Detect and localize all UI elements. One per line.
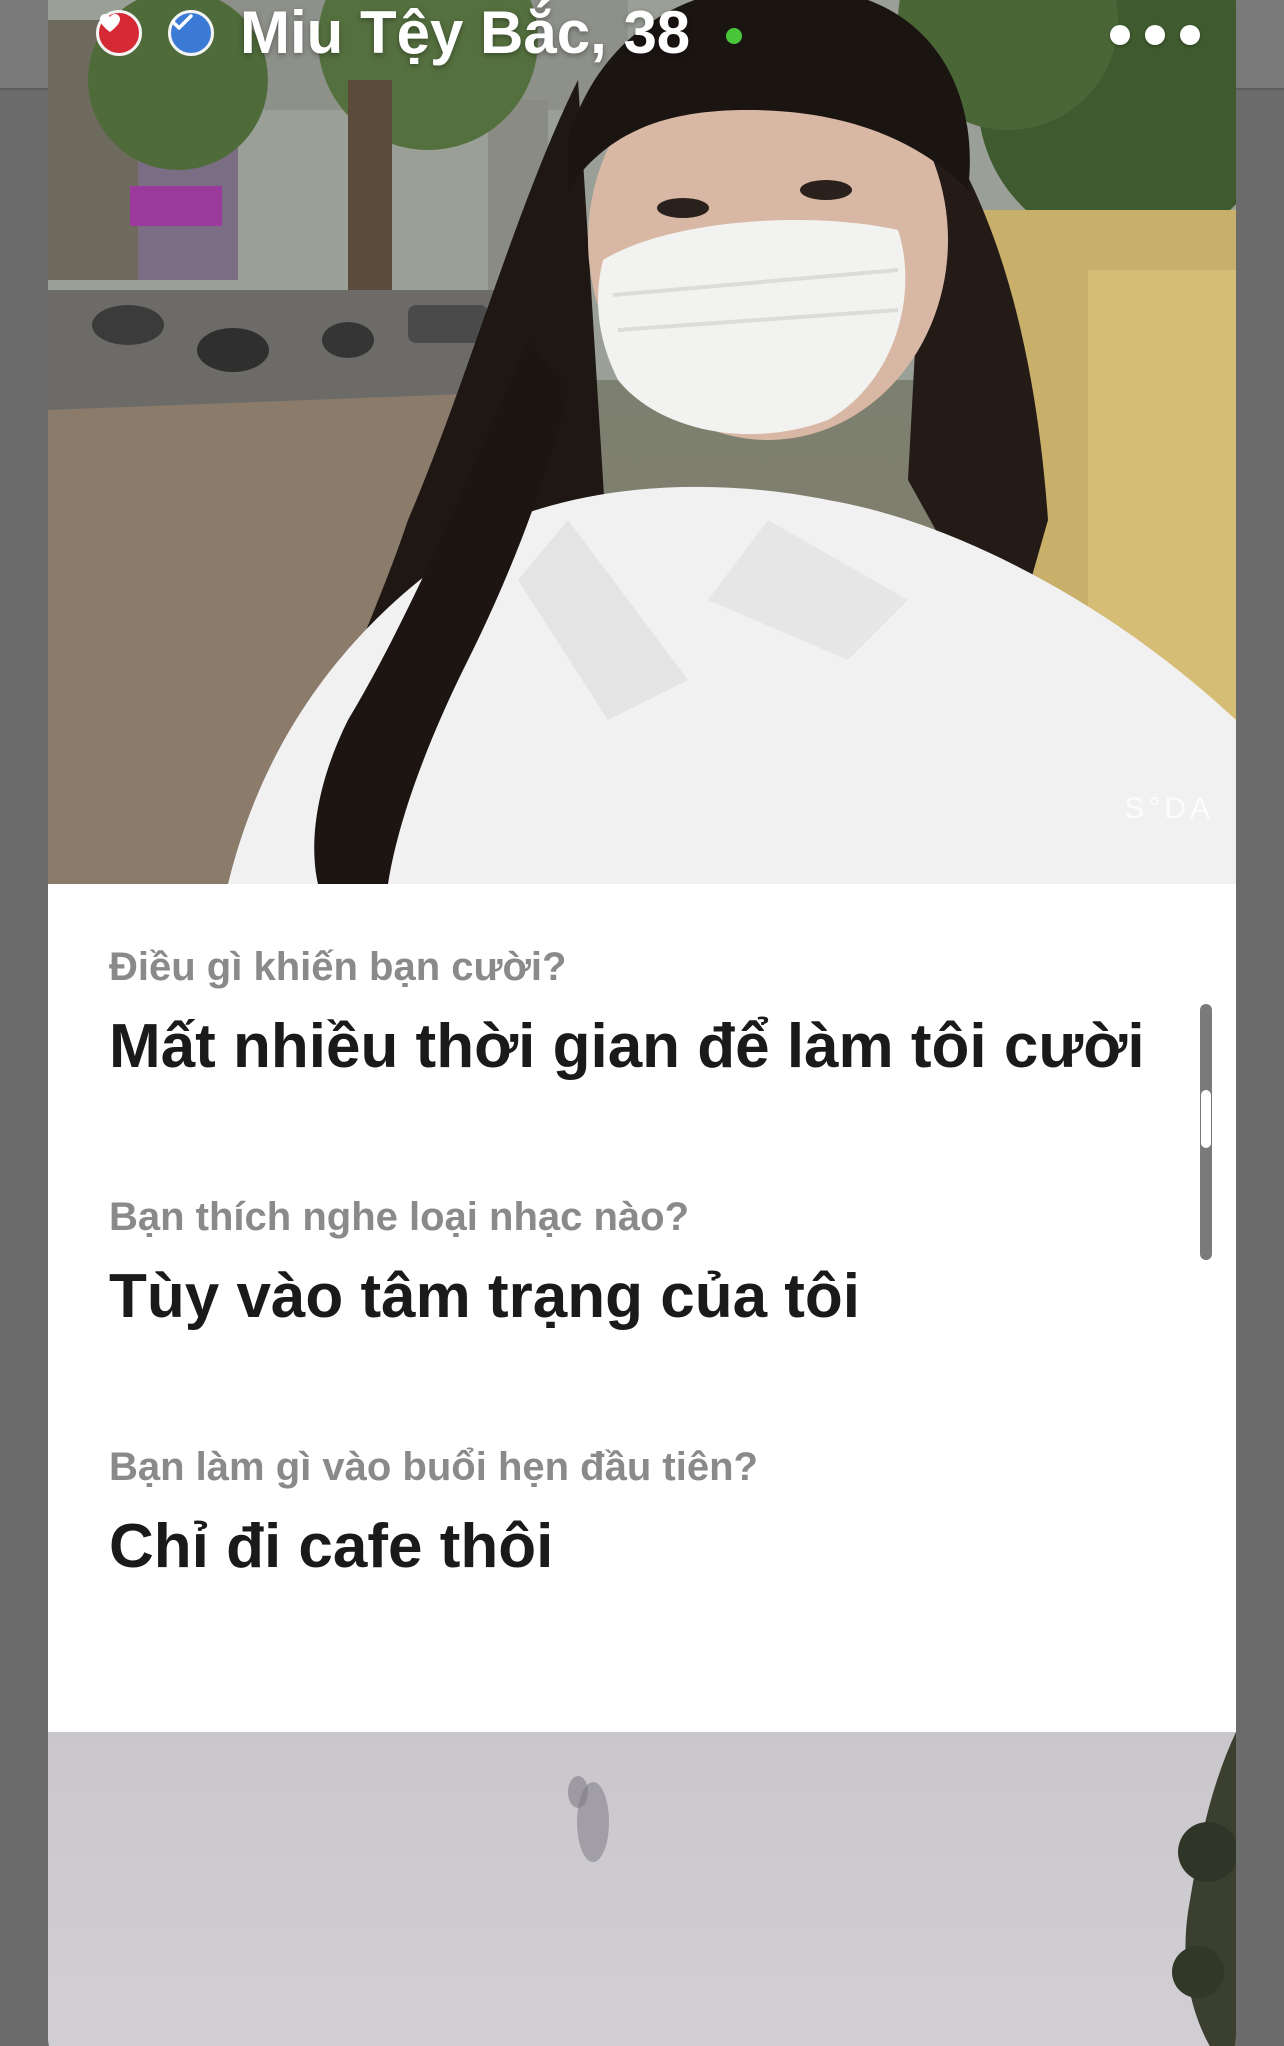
profile-name-age: Miu Tệy Bắc, 38 bbox=[240, 0, 691, 66]
prompt-card: Điều gì khiến bạn cười? Mất nhiều thời g… bbox=[109, 944, 1169, 1082]
scrollbar-thumb[interactable] bbox=[1201, 1090, 1211, 1148]
checkmark-icon bbox=[171, 14, 193, 30]
online-status-dot bbox=[726, 28, 742, 44]
more-options-icon[interactable] bbox=[1110, 10, 1200, 60]
prompt-answer: Mất nhiều thời gian để làm tôi cười bbox=[109, 1012, 1145, 1081]
photo-watermark: S°DA bbox=[1124, 792, 1214, 825]
screen: Miu Tệy Bắc, 38 S°DA Điều gì khiến bạn c… bbox=[0, 0, 1284, 2046]
prompt-question: Bạn làm gì vào buổi hẹn đầu tiên? bbox=[109, 1445, 758, 1489]
prompt-card: Bạn làm gì vào buổi hẹn đầu tiên? Chỉ đi… bbox=[109, 1444, 1169, 1582]
prompt-card: Bạn thích nghe loại nhạc nào? Tùy vào tâ… bbox=[109, 1194, 1169, 1332]
heart-icon bbox=[100, 14, 120, 32]
profile-photo-1[interactable]: Miu Tệy Bắc, 38 S°DA bbox=[48, 0, 1236, 884]
prompt-question: Bạn thích nghe loại nhạc nào? bbox=[109, 1195, 690, 1239]
more-dot bbox=[1110, 25, 1130, 45]
more-dot bbox=[1145, 25, 1165, 45]
photo-scene bbox=[48, 0, 1236, 884]
verified-badge[interactable] bbox=[168, 10, 214, 56]
more-dot bbox=[1180, 25, 1200, 45]
photo-scene bbox=[568, 1732, 1236, 2046]
prompts-section[interactable]: Điều gì khiến bạn cười? Mất nhiều thời g… bbox=[48, 884, 1236, 1732]
heart-badge[interactable] bbox=[96, 10, 142, 56]
prompt-question: Điều gì khiến bạn cười? bbox=[109, 945, 567, 989]
profile-card[interactable]: Miu Tệy Bắc, 38 S°DA Điều gì khiến bạn c… bbox=[48, 0, 1236, 2046]
prompt-answer: Tùy vào tâm trạng của tôi bbox=[109, 1262, 861, 1331]
prompt-answer: Chỉ đi cafe thôi bbox=[109, 1512, 554, 1581]
profile-photo-2[interactable] bbox=[48, 1732, 1236, 2046]
profile-header: Miu Tệy Bắc, 38 bbox=[48, 0, 1236, 80]
